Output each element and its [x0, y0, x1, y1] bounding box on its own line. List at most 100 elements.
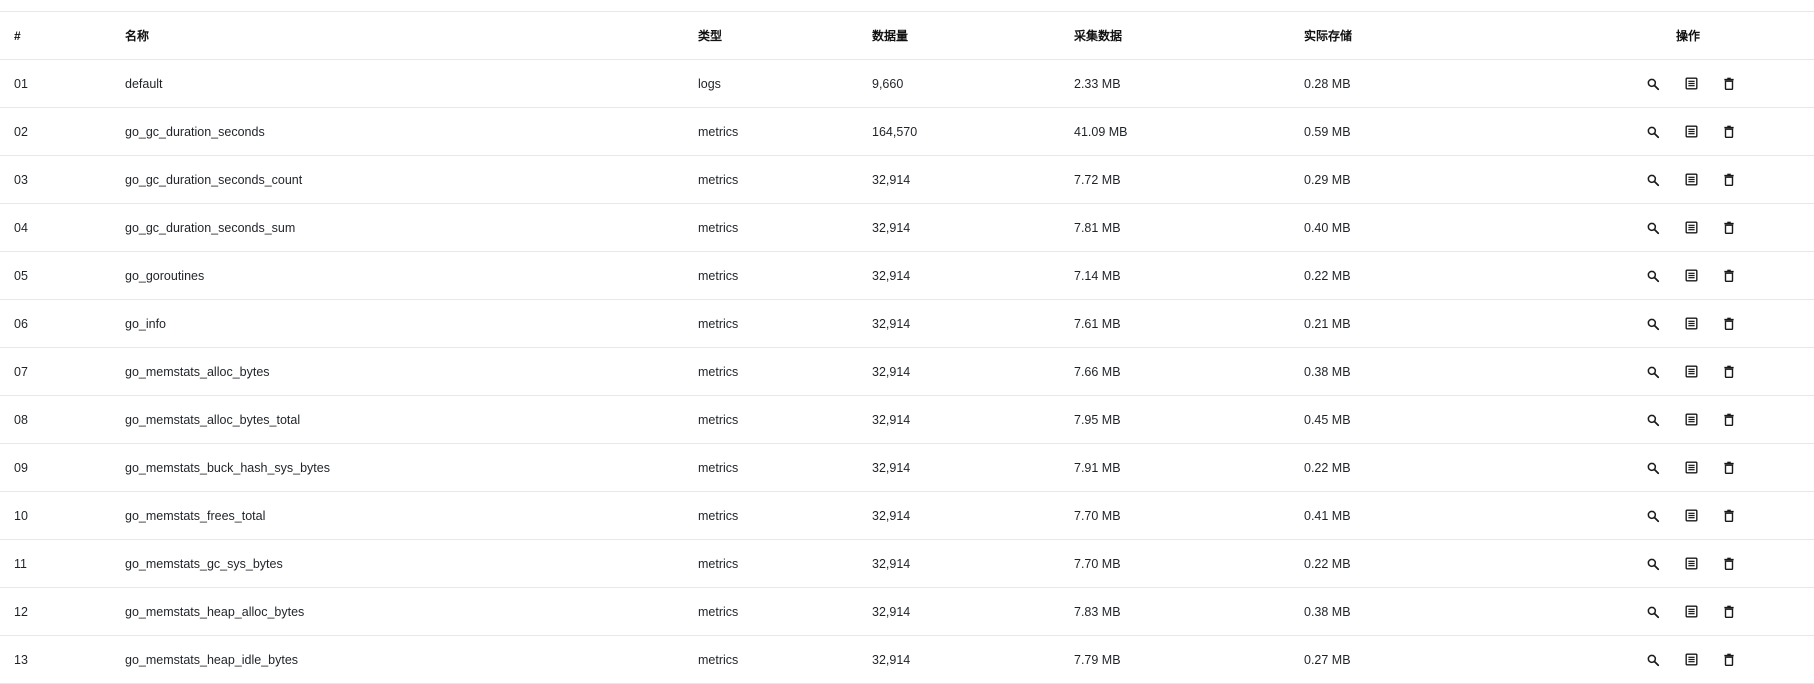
table-row[interactable]: 11 go_memstats_gc_sys_bytes metrics 32,914 7…: [0, 540, 1814, 588]
explore-button[interactable]: [1634, 644, 1672, 676]
table-row[interactable]: 03 go_gc_duration_seconds_count metrics 32,…: [0, 156, 1814, 204]
column-header-storage[interactable]: 实际存储: [1304, 12, 1352, 59]
schema-button[interactable]: [1672, 164, 1710, 196]
search-icon: [1646, 365, 1660, 379]
table-row[interactable]: 01 default logs 9,660 2.33 MB 0.28 MB: [0, 60, 1814, 108]
row-type: metrics: [698, 220, 739, 235]
schema-button[interactable]: [1672, 404, 1710, 436]
row-name: go_gc_duration_seconds_count: [125, 172, 303, 187]
delete-button[interactable]: [1710, 548, 1748, 580]
delete-button[interactable]: [1710, 596, 1748, 628]
row-count: 32,914: [872, 364, 911, 379]
row-actions: [1634, 492, 1748, 539]
schema-button[interactable]: [1672, 356, 1710, 388]
delete-button[interactable]: [1710, 356, 1748, 388]
row-storage: 0.40 MB: [1304, 220, 1351, 235]
search-icon: [1646, 653, 1660, 667]
row-storage: 0.29 MB: [1304, 172, 1351, 187]
schema-button[interactable]: [1672, 548, 1710, 580]
row-collected: 7.72 MB: [1074, 172, 1121, 187]
row-index: 07: [14, 364, 28, 379]
delete-button[interactable]: [1710, 260, 1748, 292]
row-actions: [1634, 300, 1748, 347]
table-row[interactable]: 04 go_gc_duration_seconds_sum metrics 32,91…: [0, 204, 1814, 252]
search-icon: [1646, 509, 1660, 523]
delete-button[interactable]: [1710, 308, 1748, 340]
delete-button[interactable]: [1710, 500, 1748, 532]
delete-button[interactable]: [1710, 452, 1748, 484]
delete-button[interactable]: [1710, 404, 1748, 436]
schema-button[interactable]: [1672, 68, 1710, 100]
explore-button[interactable]: [1634, 212, 1672, 244]
explore-button[interactable]: [1634, 164, 1672, 196]
row-actions: [1634, 396, 1748, 443]
explore-button[interactable]: [1634, 308, 1672, 340]
column-header-type[interactable]: 类型: [698, 12, 722, 59]
schema-button[interactable]: [1672, 596, 1710, 628]
row-index: 08: [14, 412, 28, 427]
row-actions: [1634, 540, 1748, 587]
schema-button[interactable]: [1672, 212, 1710, 244]
row-index: 13: [14, 652, 28, 667]
table-row[interactable]: 05 go_goroutines metrics 32,914 7.14 MB 0.22 …: [0, 252, 1814, 300]
table-row[interactable]: 07 go_memstats_alloc_bytes metrics 32,914 7.…: [0, 348, 1814, 396]
row-actions: [1634, 156, 1748, 203]
row-storage: 0.27 MB: [1304, 652, 1351, 667]
row-actions: [1634, 60, 1748, 107]
search-icon: [1646, 317, 1660, 331]
schema-button[interactable]: [1672, 260, 1710, 292]
row-name: go_memstats_frees_total: [125, 508, 266, 523]
table-row[interactable]: 10 go_memstats_frees_total metrics 32,914 7.…: [0, 492, 1814, 540]
table-row[interactable]: 08 go_memstats_alloc_bytes_total metrics 32…: [0, 396, 1814, 444]
delete-icon: [1722, 412, 1736, 427]
row-actions: [1634, 348, 1748, 395]
explore-button[interactable]: [1634, 260, 1672, 292]
delete-icon: [1722, 460, 1736, 475]
table-row[interactable]: 06 go_info metrics 32,914 7.61 MB 0.21 MB: [0, 300, 1814, 348]
table-row[interactable]: 12 go_memstats_heap_alloc_bytes metrics 32,…: [0, 588, 1814, 636]
delete-button[interactable]: [1710, 644, 1748, 676]
row-name: go_memstats_buck_hash_sys_bytes: [125, 460, 330, 475]
schema-button[interactable]: [1672, 452, 1710, 484]
delete-icon: [1722, 124, 1736, 139]
explore-button[interactable]: [1634, 404, 1672, 436]
row-collected: 7.79 MB: [1074, 652, 1121, 667]
row-count: 32,914: [872, 412, 911, 427]
row-storage: 0.22 MB: [1304, 268, 1351, 283]
explore-button[interactable]: [1634, 452, 1672, 484]
delete-button[interactable]: [1710, 164, 1748, 196]
explore-button[interactable]: [1634, 356, 1672, 388]
delete-button[interactable]: [1710, 212, 1748, 244]
table-body: 01 default logs 9,660 2.33 MB 0.28 MB 02 go_gc_…: [0, 60, 1814, 684]
search-icon: [1646, 125, 1660, 139]
explore-button[interactable]: [1634, 596, 1672, 628]
delete-button[interactable]: [1710, 116, 1748, 148]
delete-button[interactable]: [1710, 68, 1748, 100]
schema-button[interactable]: [1672, 644, 1710, 676]
column-header-index[interactable]: #: [14, 12, 21, 59]
row-index: 09: [14, 460, 28, 475]
column-header-collected[interactable]: 采集数据: [1074, 12, 1122, 59]
row-type: logs: [698, 76, 721, 91]
delete-icon: [1722, 364, 1736, 379]
table-row[interactable]: 02 go_gc_duration_seconds metrics 164,570 41…: [0, 108, 1814, 156]
column-header-count[interactable]: 数据量: [872, 12, 908, 59]
delete-icon: [1722, 604, 1736, 619]
row-type: metrics: [698, 460, 739, 475]
schema-button[interactable]: [1672, 500, 1710, 532]
row-storage: 0.38 MB: [1304, 364, 1351, 379]
table-row[interactable]: 13 go_memstats_heap_idle_bytes metrics 32,9…: [0, 636, 1814, 684]
explore-button[interactable]: [1634, 500, 1672, 532]
row-type: metrics: [698, 316, 739, 331]
explore-button[interactable]: [1634, 548, 1672, 580]
explore-button[interactable]: [1634, 68, 1672, 100]
row-index: 11: [14, 556, 27, 571]
row-storage: 0.59 MB: [1304, 124, 1351, 139]
explore-button[interactable]: [1634, 116, 1672, 148]
table-row[interactable]: 09 go_memstats_buck_hash_sys_bytes metrics…: [0, 444, 1814, 492]
row-count: 32,914: [872, 652, 911, 667]
schema-button[interactable]: [1672, 308, 1710, 340]
search-icon: [1646, 461, 1660, 475]
column-header-name[interactable]: 名称: [125, 12, 149, 59]
schema-button[interactable]: [1672, 116, 1710, 148]
